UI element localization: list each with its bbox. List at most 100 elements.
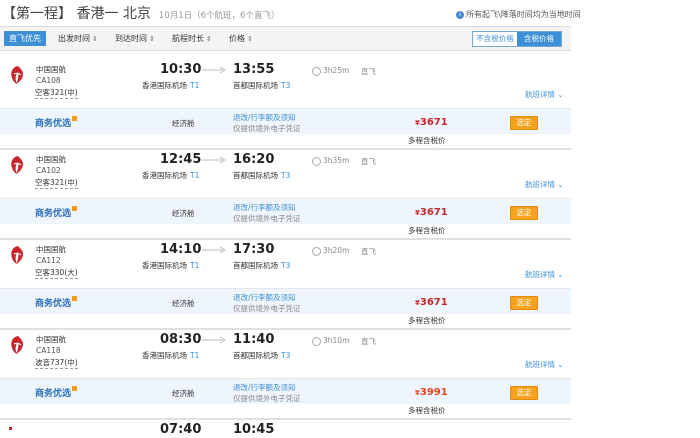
local-time-note: i 所有起飞\降落时间均为当地时间 — [456, 9, 581, 20]
chevron-down-icon: ⌄ — [557, 90, 564, 99]
sort-bar: 直飞优先 出发时间 ⇕ 到达时间 ⇕ 航程时长 ⇕ 价格 ⇕ 不含税价格 含税价格 — [0, 26, 571, 51]
multi-price-row: 多程含税价 — [0, 223, 571, 238]
next-flight-partial: 07:40 10:45 — [0, 419, 571, 438]
route-text: 【第一程】 香港一 北京 — [2, 6, 151, 22]
select-button[interactable]: 选定 — [510, 296, 538, 310]
aircraft-type[interactable]: 波音737(中) — [35, 357, 78, 369]
ribbon-icon — [72, 116, 78, 121]
tax-inclusive-option[interactable]: 含税价格 — [517, 32, 561, 46]
flight-number: CA112 — [36, 256, 61, 265]
rules-link[interactable]: 退改/行李额及须知 — [233, 112, 296, 123]
sort-arrows-icon: ⇕ — [149, 35, 155, 43]
departure-airport: 香港国际机场 T1 — [142, 170, 199, 181]
sort-arrival-time[interactable]: 到达时间 ⇕ — [115, 32, 155, 45]
info-icon: i — [456, 10, 464, 19]
select-button[interactable]: 选定 — [510, 116, 538, 130]
terminal: T3 — [281, 261, 291, 270]
departure-time: 10:30 — [160, 62, 202, 77]
terminal: T1 — [190, 351, 200, 360]
direct-label: 直飞 — [361, 247, 376, 256]
aircraft-type[interactable]: 空客330(大) — [35, 267, 78, 279]
arrival-time: 16:20 — [233, 152, 275, 167]
sort-departure-time[interactable]: 出发时间 ⇕ — [58, 32, 98, 45]
arrival-airport: 首都国际机场 T3 — [233, 350, 290, 361]
select-button[interactable]: 选定 — [510, 386, 538, 400]
airport-name: 香港国际机场 — [142, 261, 187, 270]
chevron-down-icon: ⌄ — [557, 180, 564, 189]
rules-link[interactable]: 退改/行李额及须知 — [233, 382, 296, 393]
multi-trip-price-label: 多程含税价 — [408, 316, 446, 325]
flight-summary: 中国国航 CA102 空客321(中) 12:45 16:20 香港国际机场 T1… — [0, 149, 571, 198]
flight-card: 中国国航 CA108 空客321(中) 10:30 13:55 香港国际机场 T1… — [0, 59, 571, 150]
departure-time: 14:10 — [160, 242, 202, 257]
airport-name: 首都国际机场 — [233, 171, 278, 180]
details-label: 航班详情 — [525, 270, 555, 279]
departure-time: 07:40 — [160, 422, 202, 437]
fare-row: 商务优选 经济舱 退改/行李额及须知 仅提供境外电子凭证 ¥3671 选定 — [0, 198, 571, 224]
rules-link[interactable]: 退改/行李额及须知 — [233, 292, 296, 303]
sort-direct-first[interactable]: 直飞优先 — [4, 31, 46, 46]
flight-summary: 中国国航 CA108 空客321(中) 10:30 13:55 香港国际机场 T1… — [0, 59, 571, 108]
airport-name: 香港国际机场 — [142, 171, 187, 180]
flight-details-link[interactable]: 航班详情 ⌄ — [525, 179, 564, 190]
flight-details-link[interactable]: 航班详情 ⌄ — [525, 269, 564, 280]
price: ¥3671 — [415, 297, 448, 308]
sort-label: 到达时间 — [115, 34, 147, 43]
airline-name: 中国国航 — [36, 335, 66, 344]
rules-link[interactable]: 退改/行李额及须知 — [233, 202, 296, 213]
sort-price[interactable]: 价格 ⇕ — [229, 32, 253, 45]
business-preferred-badge: 商务优选 — [35, 206, 78, 219]
arrival-time: 13:55 — [233, 62, 275, 77]
terminal: T3 — [281, 171, 291, 180]
arrival-airport: 首都国际机场 T3 — [233, 170, 290, 181]
flight-details-link[interactable]: 航班详情 ⌄ — [525, 89, 564, 100]
sort-label: 航程时长 — [172, 34, 204, 43]
departure-airport: 香港国际机场 T1 — [142, 80, 199, 91]
duration: 3h35m — [323, 156, 350, 165]
departure-airport: 香港国际机场 T1 — [142, 350, 199, 361]
fare-row: 商务优选 经济舱 退改/行李额及须知 仅提供境外电子凭证 ¥3671 选定 — [0, 108, 571, 134]
air-china-logo-icon — [11, 156, 23, 174]
flight-summary: 中国国航 CA118 波音737(中) 08:30 11:40 香港国际机场 T1… — [0, 329, 571, 378]
ribbon-icon — [72, 206, 78, 211]
sort-duration[interactable]: 航程时长 ⇕ — [172, 32, 212, 45]
multi-trip-price-label: 多程含税价 — [408, 226, 446, 235]
direct-label: 直飞 — [361, 157, 376, 166]
direct-label: 直飞 — [361, 67, 376, 76]
airport-name: 香港国际机场 — [142, 81, 187, 90]
price-value: 3671 — [419, 207, 448, 218]
terminal: T1 — [190, 81, 200, 90]
flight-number: CA118 — [36, 346, 61, 355]
terminal: T3 — [281, 81, 291, 90]
select-button[interactable]: 选定 — [510, 206, 538, 220]
badge-label: 商务优选 — [35, 299, 72, 309]
airline-name: 中国国航 — [36, 245, 66, 254]
airline-name: 中国国航 — [36, 65, 66, 74]
clock-icon — [312, 337, 321, 346]
business-preferred-badge: 商务优选 — [35, 386, 78, 399]
details-label: 航班详情 — [525, 180, 555, 189]
sort-arrows-icon: ⇕ — [206, 35, 212, 43]
flight-card: 中国国航 CA118 波音737(中) 08:30 11:40 香港国际机场 T1… — [0, 329, 571, 420]
sort-label: 价格 — [229, 34, 245, 43]
aircraft-type[interactable]: 空客321(中) — [35, 87, 78, 99]
arrow-right-icon — [202, 156, 226, 164]
sort-arrows-icon: ⇕ — [92, 35, 98, 43]
cabin-class: 经济舱 — [172, 119, 195, 128]
flight-card: 中国国航 CA112 空客330(大) 14:10 17:30 香港国际机场 T1… — [0, 239, 571, 330]
airport-name: 首都国际机场 — [233, 81, 278, 90]
terminal: T1 — [190, 261, 200, 270]
airline-logo-partial — [9, 427, 12, 430]
clock-icon — [312, 157, 321, 166]
cabin-class: 经济舱 — [172, 389, 195, 398]
direct-label: 直飞 — [361, 337, 376, 346]
flight-details-link[interactable]: 航班详情 ⌄ — [525, 359, 564, 370]
duration: 3h25m — [323, 66, 350, 75]
aircraft-type[interactable]: 空客321(中) — [35, 177, 78, 189]
tax-exclusive-option[interactable]: 不含税价格 — [473, 32, 517, 46]
multi-price-row: 多程含税价 — [0, 313, 571, 328]
details-label: 航班详情 — [525, 360, 555, 369]
airport-name: 首都国际机场 — [233, 351, 278, 360]
departure-airport: 香港国际机场 T1 — [142, 260, 199, 271]
chevron-down-icon: ⌄ — [557, 360, 564, 369]
